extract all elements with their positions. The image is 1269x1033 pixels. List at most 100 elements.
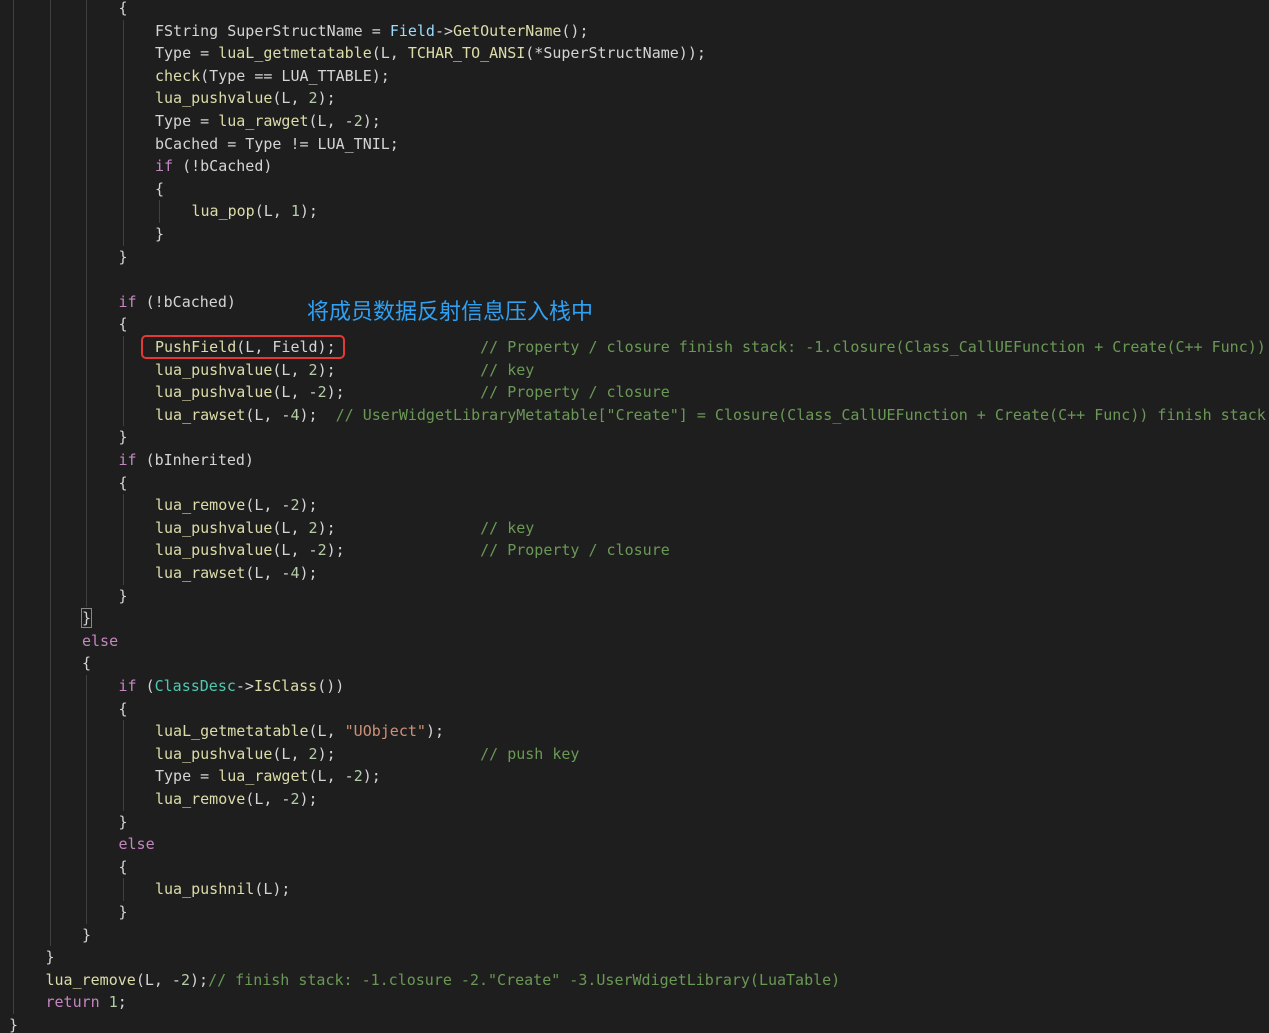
code-token-plain: (L, - [272, 383, 318, 402]
code-line[interactable]: Type = luaL_getmetatable(L, TCHAR_TO_ANS… [155, 42, 706, 64]
code-line[interactable]: FString SuperStructName = Field->GetOute… [155, 20, 589, 42]
code-editor[interactable]: { FString SuperStructName = Field->GetOut… [0, 0, 1269, 1033]
code-line[interactable]: } [119, 901, 128, 923]
code-line[interactable]: lua_remove(L, -2); [155, 788, 318, 810]
code-line[interactable]: { [119, 856, 128, 878]
code-line[interactable]: lua_remove(L, -2);// finish stack: -1.cl… [46, 969, 841, 991]
indent-guide [86, 675, 87, 924]
code-line[interactable]: if (ClassDesc->IsClass()) [119, 675, 345, 697]
code-line[interactable]: check(Type == LUA_TTABLE); [155, 65, 390, 87]
code-token-plain: (L, [254, 202, 291, 221]
code-token-plain: } [118, 586, 128, 605]
code-token-fn: lua_remove [45, 970, 136, 989]
code-line[interactable]: else [119, 833, 155, 855]
code-line[interactable]: } [82, 924, 91, 946]
code-token-plain: (L, - [245, 405, 291, 424]
code-line[interactable]: } [119, 426, 128, 448]
indent-guide [122, 336, 124, 427]
code-line[interactable]: lua_pushnil(L); [155, 878, 290, 900]
code-line[interactable]: lua_remove(L, -2); [155, 494, 318, 516]
code-token-fn: check [155, 66, 201, 85]
code-line[interactable]: return 1; [46, 991, 127, 1013]
code-token-num: 2 [308, 360, 318, 379]
code-line[interactable]: } [9, 1014, 18, 1033]
code-token-plain: } [9, 1016, 19, 1033]
code-token-plain: (L, - [308, 767, 354, 786]
code-line[interactable]: lua_pop(L, 1); [192, 200, 318, 222]
code-line[interactable]: } [80, 607, 93, 629]
code-token-kw: if [118, 451, 137, 469]
code-line[interactable]: { [119, 313, 128, 335]
code-token-plain: (L, [272, 89, 309, 108]
code-token-cmt: // Property / closure [480, 383, 670, 402]
code-token-fn: lua_pushvalue [155, 518, 273, 537]
code-token-plain: FString SuperStructName = [155, 21, 390, 40]
code-line[interactable]: lua_pushvalue(L, 2); // push key [155, 743, 579, 765]
code-line[interactable]: } [119, 246, 128, 268]
code-token-fn: lua_pushvalue [155, 541, 273, 560]
code-token-fn: lua_rawget [218, 767, 309, 786]
code-line[interactable]: bCached = Type != LUA_TNIL; [155, 133, 399, 155]
code-line[interactable]: { [82, 652, 91, 674]
code-token-cmt: // UserWidgetLibraryMetatable["Create"] … [335, 405, 1269, 424]
code-token-fn: lua_pop [191, 202, 255, 221]
code-token-plain: } [118, 903, 128, 921]
code-token-kw: else [118, 835, 155, 854]
code-token-kw: if [118, 292, 137, 311]
code-line[interactable]: { [119, 698, 128, 720]
indent-guide [122, 720, 124, 811]
code-token-plain: Type = [155, 44, 219, 63]
code-token-plain: { [118, 473, 128, 492]
code-token-plain: ); [299, 405, 318, 424]
code-token-plain: (L, [272, 518, 309, 537]
code-line[interactable]: lua_pushvalue(L, -2); // Property / clos… [155, 539, 670, 561]
code-line[interactable]: Type = lua_rawget(L, -2); [155, 110, 381, 132]
code-token-plain: ); [299, 790, 318, 808]
code-token-fn: lua_remove [155, 790, 246, 808]
code-line[interactable]: Type = lua_rawget(L, -2); [155, 765, 381, 787]
code-line[interactable]: lua_pushvalue(L, 2); // key [155, 517, 534, 539]
code-token-plain: { [118, 0, 128, 17]
code-token-cmt: // Property / closure finish stack: -1.c… [480, 338, 1266, 356]
code-token-plain: (L, [272, 360, 309, 379]
code-token-plain: ; [117, 993, 127, 1012]
code-token-plain: ); [317, 360, 336, 379]
code-token-plain: (L); [254, 880, 291, 899]
indent-guide [49, 0, 51, 947]
code-token-plain: (L, - [245, 564, 291, 582]
code-line[interactable]: if (bInherited) [119, 449, 254, 471]
code-line[interactable]: } [119, 585, 128, 607]
code-token-plain: (L, - [308, 112, 354, 130]
code-token-fn: luaL_getmetatable [155, 722, 309, 741]
indent-guide [122, 878, 124, 901]
code-token-fn: lua_pushnil [155, 880, 255, 899]
code-token-plain: bCached = Type != LUA_TNIL; [155, 134, 399, 153]
code-line[interactable]: lua_rawset(L, -4); // UserWidgetLibraryM… [155, 404, 1269, 426]
code-line[interactable]: lua_pushvalue(L, 2); [155, 87, 336, 109]
code-line[interactable]: if (!bCached) [155, 155, 272, 177]
code-token-num: 1 [290, 202, 300, 221]
code-line[interactable]: luaL_getmetatable(L, "UObject"); [155, 720, 444, 742]
code-line[interactable]: else [82, 630, 118, 652]
code-token-cmt: // key [480, 360, 535, 379]
code-line[interactable]: { [155, 178, 164, 200]
code-token-plain: } [118, 428, 128, 447]
code-line[interactable]: { [119, 472, 128, 494]
code-line[interactable]: lua_rawset(L, -4); [155, 562, 318, 584]
code-token-plain: ); [362, 112, 381, 130]
code-line[interactable]: lua_pushvalue(L, 2); // key [155, 359, 534, 381]
code-token-plain: ); [299, 564, 318, 582]
code-token-plain: ); [317, 518, 336, 537]
code-line[interactable]: } [119, 811, 128, 833]
code-line[interactable]: } [46, 946, 55, 968]
code-line[interactable]: lua_pushvalue(L, -2); // Property / clos… [155, 381, 670, 403]
code-line[interactable]: if (!bCached) [119, 291, 236, 313]
code-line[interactable]: } [155, 223, 164, 245]
code-line[interactable]: { [119, 0, 128, 19]
code-token-plain: (L, - [245, 496, 291, 515]
code-token-plain: ); [326, 383, 345, 402]
code-token-cls: ClassDesc [154, 677, 236, 695]
